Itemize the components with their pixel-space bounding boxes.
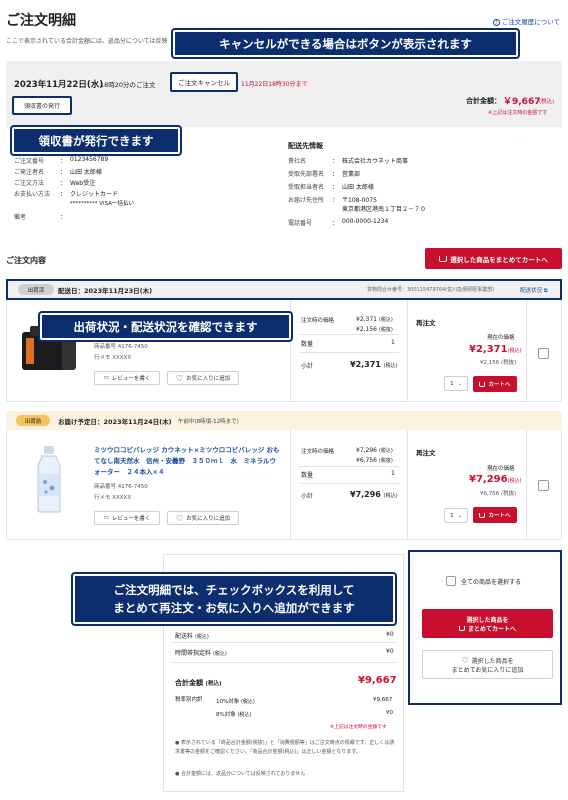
shipment2-time-slot: 午前中(8時頃-12時まで) xyxy=(178,419,239,425)
order-header xyxy=(6,61,562,127)
qty-1: 1 xyxy=(391,339,395,346)
cart-icon xyxy=(458,625,465,631)
subtotal-1: ¥2,371 (税込) xyxy=(350,360,398,369)
history-link[interactable]: ? ご注文履歴について xyxy=(492,16,560,26)
time-fee-label: 時間帯指定料 (税込) xyxy=(175,650,227,657)
current-price-label-2: 現在の価格 xyxy=(487,466,515,472)
tracking-number: 貨物問合せ番号：300115479764(佐川急便即配事業部) xyxy=(367,287,495,293)
help-icon: ? xyxy=(492,19,500,26)
shipment2-item xyxy=(6,430,562,540)
reorder-title-2: 再注文 xyxy=(416,449,436,457)
current-price-1: ¥2,371(税込) xyxy=(469,344,522,355)
shipment1-status-badge: 出荷済 xyxy=(18,284,54,295)
bulk-cart-button[interactable]: 選択した商品をまとめてカートへ xyxy=(425,248,562,269)
shipping-fee-value: ¥0 xyxy=(386,631,394,638)
cancel-deadline: 11月22日18時30分まで xyxy=(241,81,308,88)
chevron-down-icon: ⌄ xyxy=(457,380,462,387)
callout-cancel: キャンセルができる場合はボタンが表示されます xyxy=(173,30,518,57)
breakdown-label: 税率別内訳 xyxy=(175,697,203,703)
favorite-button-1[interactable]: ♡ お気に入りに追加 xyxy=(167,371,239,385)
order-total-tax: (税込) xyxy=(539,99,555,105)
item1-checkbox[interactable] xyxy=(538,348,549,359)
cart-button-1[interactable]: カートへ xyxy=(473,376,517,392)
product1-memo: 行メモ XXXXX xyxy=(94,355,132,361)
subtotal-label-2: 小計 xyxy=(301,493,314,500)
select-all-label[interactable]: 全ての商品を選択する xyxy=(461,577,521,586)
rate10-label: 10%対象 (税込) xyxy=(216,699,255,705)
contents-title: ご注文内容 xyxy=(6,256,46,265)
summary-note-2: ● 合計金額には、返品分については反映されておりません xyxy=(175,771,306,777)
summary-total-label: 合計金額 (税込) xyxy=(175,679,222,687)
review-button-1[interactable]: ▭ レビューを書く xyxy=(94,371,160,385)
page-title: ご注文明細 xyxy=(6,13,76,29)
qty-2: 1 xyxy=(391,470,395,477)
bulk-add-to-favorites-button[interactable]: ♡ 選択した商品を まとめてお気に入りに追加 xyxy=(422,650,553,679)
page-description: ここで表示されている合計金額には、返品分については反映 xyxy=(6,38,168,45)
shipment2-date: お届け予定日：2023年11月24日(木) xyxy=(58,418,172,426)
heart-icon: ♡ xyxy=(461,655,469,665)
subtotal-2: ¥7,296 (税込) xyxy=(350,490,398,499)
order-price-ex-2: ¥6,756 (税抜) xyxy=(356,457,393,464)
callout-bulk: ご注文明細では、チェックボックスを利用して まとめて再注文・お気に入りへ追加がで… xyxy=(73,574,395,624)
shipping-title: 配送先情報 xyxy=(288,142,323,150)
shipment2-status-badge: 出荷前 xyxy=(16,415,50,426)
heart-icon: ♡ xyxy=(175,373,184,383)
order-price-2: ¥7,296 (税込) xyxy=(356,447,393,454)
chevron-down-icon: ⌄ xyxy=(457,512,462,519)
qty-label-2: 数量 xyxy=(301,472,314,479)
cart-button-2[interactable]: カートへ xyxy=(473,507,517,523)
review-button-2[interactable]: ▭ レビューを書く xyxy=(94,511,160,525)
subtotal-label-1: 小計 xyxy=(301,363,314,370)
shipping-fee-label: 配送料 (税込) xyxy=(175,633,209,640)
rate8-label: 8%対象 (税込) xyxy=(216,712,252,718)
order-price-label-1: 注文時の価格 xyxy=(301,318,335,324)
comment-icon: ▭ xyxy=(103,375,109,381)
order-total-note: ※上記は注文時の金額です xyxy=(488,110,548,116)
summary-note-1: ● 表示されている「商品合計金額(税抜)」と「消費税額等」はご注文時点の情報です… xyxy=(175,740,395,755)
order-price-label-2: 注文時の価格 xyxy=(301,449,335,455)
order-info: ご注文番号： 0123456789 ご発注者名：山田 太郎様 ご注文方法： Web受… xyxy=(14,156,134,221)
order-price-1: ¥2,371 (税込) xyxy=(356,316,393,323)
callout-receipt: 領収書が発行できます xyxy=(12,127,180,154)
order-total-value: ￥9,667 xyxy=(503,97,541,107)
external-link-icon: ⧉ xyxy=(543,288,548,294)
bulk-add-to-cart-button[interactable]: 選択した商品を まとめてカートへ xyxy=(422,609,553,638)
heart-icon: ♡ xyxy=(175,513,184,523)
product1-number: 商品番号 4176-7450 xyxy=(94,344,148,350)
current-price-ex-1: ¥2,156 (税抜) xyxy=(480,360,517,366)
reorder-title-1: 再注文 xyxy=(416,319,436,327)
order-price-ex-1: ¥2,156 (税抜) xyxy=(356,326,393,333)
summary-total-value: ¥9,667 xyxy=(358,675,397,686)
product2-number: 商品番号 4176-7450 xyxy=(94,484,148,490)
select-all-checkbox[interactable] xyxy=(446,576,456,586)
product2-image[interactable] xyxy=(34,444,64,514)
qty-label-1: 数量 xyxy=(301,341,314,348)
shipping-info: 貴社名：株式会社カウネット商事 受取先部署名：営業部 受取担当者名：山田 太郎様… xyxy=(288,158,427,227)
cart-icon xyxy=(439,255,448,262)
cancel-order-button[interactable]: ご注文キャンセル xyxy=(170,72,238,92)
comment-icon: ▭ xyxy=(103,515,109,521)
tracking-link[interactable]: 配送状況 ⧉ xyxy=(520,286,548,295)
cart-icon xyxy=(479,381,486,387)
qty-select-2[interactable]: 1 ⌄ xyxy=(444,508,468,523)
rate10-value: ¥9,667 xyxy=(373,697,393,703)
receipt-button[interactable]: 領収書の発行 xyxy=(12,96,72,115)
item2-checkbox[interactable] xyxy=(538,480,549,491)
current-price-2: ¥7,296(税込) xyxy=(469,474,522,485)
order-time: 18時20分のご注文 xyxy=(100,81,156,89)
summary-red-note: ※上記は注文時の金額です xyxy=(330,725,387,730)
product2-name-link[interactable]: ミツウロコビバレッジ カウネット×ミツウロコビバレッジ おもてなし南天然水 信州… xyxy=(94,445,280,478)
product2-memo: 行メモ XXXXX xyxy=(94,495,132,501)
cart-icon xyxy=(479,512,486,518)
callout-shipping: 出荷状況・配送状況を確認できます xyxy=(40,313,291,340)
favorite-button-2[interactable]: ♡ お気に入りに追加 xyxy=(167,511,239,525)
order-total-label: 合計金額： xyxy=(466,97,501,105)
time-fee-value: ¥0 xyxy=(386,648,394,655)
qty-select-1[interactable]: 1 ⌄ xyxy=(444,376,468,391)
order-date: 2023年11月22日(水) xyxy=(14,80,104,90)
current-price-label-1: 現在の価格 xyxy=(487,335,515,341)
rate8-value: ¥0 xyxy=(386,710,393,716)
shipment1-date: 配送日：2023年11月23日(木) xyxy=(58,287,153,295)
current-price-ex-2: ¥6,756 (税抜) xyxy=(480,491,517,497)
